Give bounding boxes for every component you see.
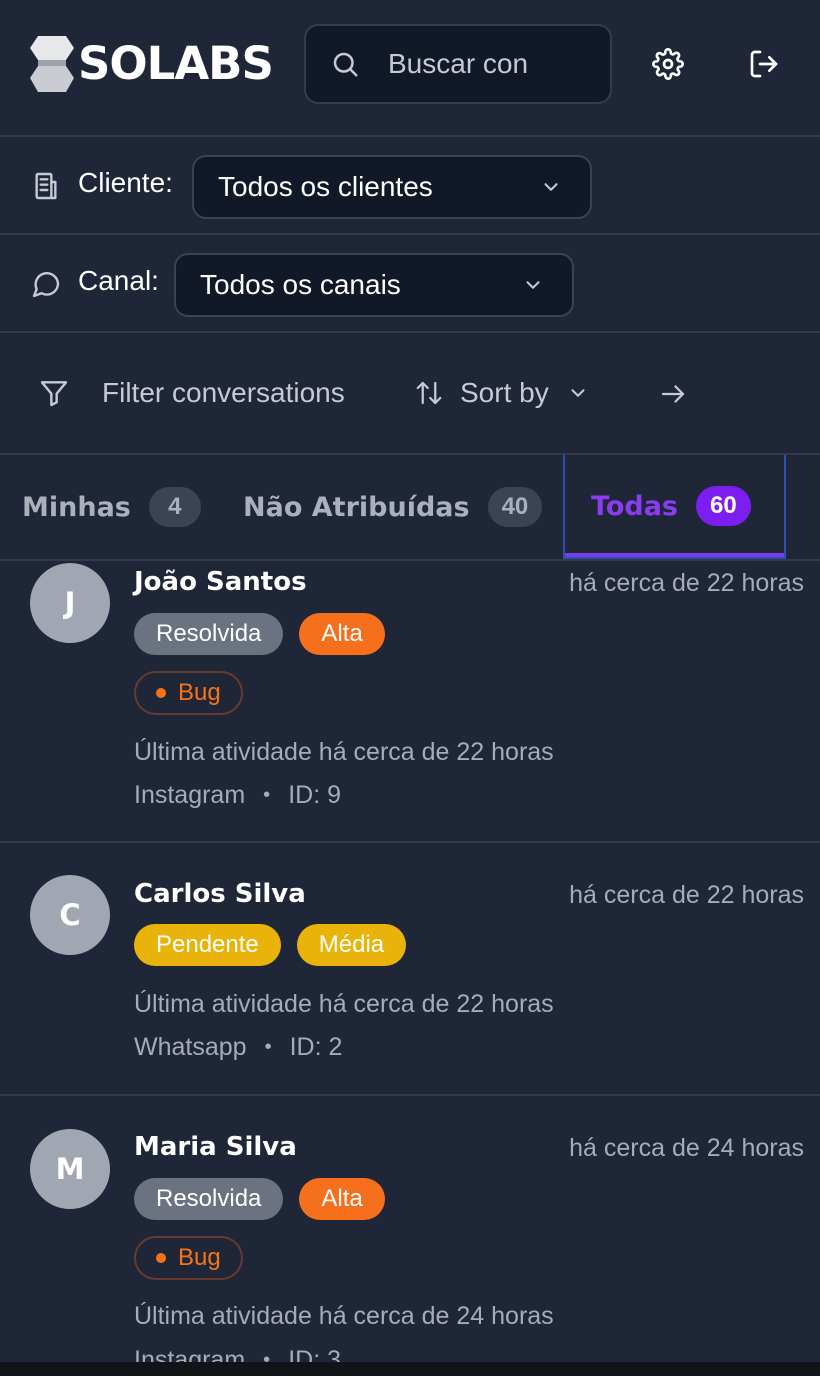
separator-dot: • [263,784,271,806]
header: SOLABS [0,0,820,137]
client-filter-label: Cliente: [78,167,173,198]
logout-button[interactable] [740,40,788,88]
conversation-list[interactable]: J João Santos há cerca de 22 horas Resol… [0,561,820,1362]
search-icon [333,52,358,77]
channel-select-value: Todos os canais [200,269,401,300]
logo: SOLABS [28,34,274,94]
tab-minhas[interactable]: Minhas 4 [22,455,201,559]
conversation-item[interactable]: J João Santos há cerca de 22 horas Resol… [0,561,820,843]
search-box[interactable] [304,24,612,104]
channel-name: Instagram [134,1346,246,1362]
conversation-id: ID: 3 [288,1346,341,1362]
conversation-meta: Instagram • ID: 9 [134,781,341,810]
channel-name: Instagram [134,781,246,809]
conversation-tabs: Minhas 4 Não Atribuídas 40 Todas 60 [0,455,820,561]
logo-text: SOLABS [78,37,274,90]
channel-select[interactable]: Todos os canais [174,253,574,317]
tab-label: Minhas [22,491,131,523]
client-select[interactable]: Todos os clientes [192,155,592,219]
filter-conversations-label: Filter conversations [102,377,345,408]
tag-badge: Bug [134,1236,243,1280]
priority-badge: Média [296,924,407,966]
gear-icon [652,48,684,80]
tab-todas[interactable]: Todas 60 [563,455,786,559]
chevron-down-icon [571,389,585,397]
tab-count-badge: 40 [487,487,543,527]
priority-badge: Alta [299,613,385,655]
chevron-down-icon [544,183,558,191]
sort-by-button[interactable]: Sort by [414,377,589,409]
tag-dot-icon [156,1253,166,1263]
sort-direction-button[interactable] [658,379,688,409]
avatar: J [30,563,110,643]
chevron-down-icon [526,281,540,289]
building-icon [35,172,57,200]
contact-name: Maria Silva [134,1132,297,1162]
sort-arrows-icon [416,381,442,405]
conversation-time: há cerca de 24 horas [569,1134,804,1162]
tab-label: Não Atribuídas [243,491,470,523]
tab-count-badge: 4 [148,487,201,527]
tag-dot-icon [156,688,166,698]
last-activity: Última atividade há cerca de 24 horas [134,1302,554,1330]
settings-button[interactable] [644,40,692,88]
status-badges: Pendente Média [134,924,407,966]
tab-count-badge: 60 [696,486,751,526]
separator-dot: • [263,1349,271,1362]
logout-icon [750,50,778,78]
last-activity: Última atividade há cerca de 22 horas [134,990,554,1018]
conversation-item[interactable]: C Carlos Silva há cerca de 22 horas Pend… [0,843,820,1096]
tab-nao-atribuidas[interactable]: Não Atribuídas 40 [243,455,543,559]
tag-label: Bug [178,1244,221,1271]
conversation-time: há cerca de 22 horas [569,881,804,909]
contact-name: João Santos [134,567,307,597]
status-badges: Resolvida Alta [134,613,385,655]
app-root: SOLABS Cliente [0,0,820,1376]
logo-mark-icon [30,36,74,92]
last-activity: Última atividade há cerca de 22 horas [134,738,554,766]
arrow-right-icon [661,385,685,403]
conversation-meta: Instagram • ID: 3 [134,1346,341,1362]
tab-label: Todas [591,490,678,522]
client-select-value: Todos os clientes [218,171,433,202]
conversation-id: ID: 2 [289,1033,343,1061]
channel-filter-row: Canal: Todos os canais [0,235,820,333]
chat-bubble-icon [32,272,60,298]
status-badges: Resolvida Alta [134,1178,385,1220]
active-tab-indicator [565,553,784,557]
channel-filter-label: Canal: [78,265,159,296]
status-badge: Resolvida [134,613,284,655]
window-bottom-edge [0,1362,820,1376]
filter-icon [40,381,68,407]
conversation-meta: Whatsapp • ID: 2 [134,1033,342,1062]
search-input[interactable] [388,48,610,80]
avatar: C [30,875,110,955]
avatar: M [30,1129,110,1209]
client-filter-row: Cliente: Todos os clientes [0,137,820,235]
tag-badge: Bug [134,671,243,715]
contact-name: Carlos Silva [134,879,306,909]
sort-by-label: Sort by [460,377,549,408]
status-badge: Pendente [134,924,281,966]
filter-conversations-button[interactable]: Filter conversations [38,377,345,409]
tag-label: Bug [178,679,221,706]
conversation-time: há cerca de 22 horas [569,569,804,597]
status-badge: Resolvida [134,1178,284,1220]
conversation-toolbar: Filter conversations Sort by [0,333,820,455]
separator-dot: • [264,1036,272,1058]
conversation-item[interactable]: M Maria Silva há cerca de 24 horas Resol… [0,1096,820,1362]
conversation-id: ID: 9 [288,781,341,809]
priority-badge: Alta [299,1178,385,1220]
channel-name: Whatsapp [134,1033,247,1061]
